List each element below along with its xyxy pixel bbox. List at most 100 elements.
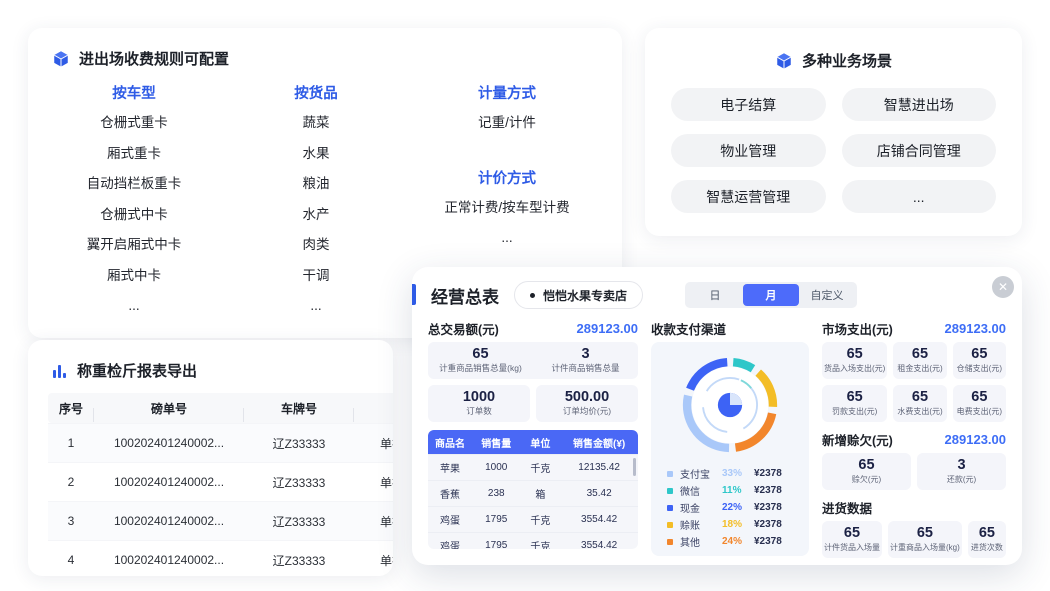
- rule-item: 记重/计件: [392, 108, 622, 139]
- scenario-button[interactable]: 智慧运营管理: [671, 180, 826, 213]
- column-by-goods: 按货品 蔬菜水果粮油水产肉类干调...: [240, 82, 392, 322]
- legend-name: 赊账: [680, 517, 722, 532]
- stat-value: 65: [824, 389, 885, 406]
- product-row: 鸡蛋 1795 千克 3554.42: [428, 506, 638, 532]
- report-row: 2 100202401240002... 辽Z33333 单排仓栅式重卡: [48, 462, 393, 501]
- legend-row: 现金 22% ¥2378: [661, 499, 799, 516]
- summary-body: 总交易额(元) 289123.00 65 计重商品销售总量(kg) 3 计件商品…: [428, 319, 1006, 549]
- product-row: 香蕉 238 箱 35.42: [428, 480, 638, 506]
- period-tab[interactable]: 日: [687, 284, 743, 306]
- legend-name: 其他: [680, 534, 722, 549]
- report-table: 序号 磅单号 车牌号 车型 1 100202401240002... 辽Z333…: [48, 393, 393, 576]
- cell-plate: 辽Z33333: [244, 474, 354, 491]
- period-tab[interactable]: 自定义: [799, 284, 855, 306]
- payment-title-row: 收款支付渠道: [651, 319, 809, 337]
- cell-no: 4: [48, 553, 94, 567]
- column-header: 按车型: [28, 82, 240, 103]
- store-name: 恺恺水果专卖店: [543, 287, 627, 304]
- stat-box: 65 罚款支出(元): [822, 385, 887, 422]
- summary-title: 经营总表: [431, 283, 499, 308]
- page: { "colors": {"primary": "#2E5BE6", "valu…: [0, 0, 1050, 591]
- legend-swatch: [667, 522, 673, 528]
- bar-chart-icon: [52, 363, 68, 379]
- legend-amount: ¥2378: [754, 502, 782, 513]
- title-accent-bar: [412, 284, 416, 305]
- stat-label: 订单数: [430, 406, 528, 417]
- scenarios-grid: 电子结算智慧进出场物业管理店铺合同管理智慧运营管理...: [645, 71, 1022, 213]
- legend-swatch: [667, 471, 673, 477]
- cell-type: 单排仓栅式重卡: [354, 435, 393, 452]
- stat-box: 65 仓储支出(元): [953, 342, 1006, 379]
- legend-swatch: [667, 539, 673, 545]
- market-label: 市场支出(元): [822, 319, 893, 338]
- payment-legend: 支付宝 33% ¥2378 微信 11% ¥2378: [661, 465, 799, 550]
- weigh-report-header: 称重检斤报表导出: [28, 340, 393, 381]
- payment-chart-box: 支付宝 33% ¥2378 微信 11% ¥2378: [651, 342, 809, 556]
- purchase-boxes: 65 计件货品入场量 65 计重商品入场量(kg) 65 进货次数: [822, 521, 1006, 558]
- report-row: 4 100202401240002... 辽Z33333 单排仓栅式重卡: [48, 540, 393, 576]
- product-col-amount: 销售金额(¥): [560, 435, 638, 450]
- stat-value: 500.00: [538, 389, 636, 406]
- stat-value: 65: [955, 389, 1004, 406]
- scenario-button[interactable]: ...: [842, 180, 997, 213]
- rule-item: 水产: [240, 200, 392, 231]
- stat-label: 订单均价(元): [538, 406, 636, 417]
- legend-percent: 18%: [722, 519, 754, 530]
- cell-bill: 100202401240002...: [94, 514, 244, 528]
- legend-amount: ¥2378: [754, 536, 782, 547]
- cell-plate: 辽Z33333: [244, 513, 354, 530]
- rule-item: ...: [28, 291, 240, 322]
- stat-value: 65: [955, 346, 1004, 363]
- cell-amount: 35.42: [560, 488, 638, 499]
- legend-row: 支付宝 33% ¥2378: [661, 465, 799, 482]
- product-row: 苹果 1000 千克 12135.42: [428, 454, 638, 480]
- legend-amount: ¥2378: [754, 485, 782, 496]
- stat-box: 3 计件商品销售总量: [533, 342, 638, 379]
- product-table: 商品名 销售量 单位 销售金额(¥) 苹果 1000 千克 12135.42: [428, 430, 638, 549]
- cell-unit: 千克: [520, 460, 560, 475]
- table-scrollbar[interactable]: [633, 458, 636, 476]
- close-icon: ✕: [998, 280, 1008, 294]
- product-col-qty: 销售量: [472, 435, 520, 450]
- stat-label: 水费支出(元): [895, 406, 944, 417]
- scenario-button[interactable]: 物业管理: [671, 134, 826, 167]
- scenario-button[interactable]: 智慧进出场: [842, 88, 997, 121]
- scenario-button[interactable]: 店铺合同管理: [842, 134, 997, 167]
- period-tab[interactable]: 月: [743, 284, 799, 306]
- rule-item: 干调: [240, 261, 392, 292]
- weigh-report-title: 称重检斤报表导出: [77, 360, 197, 381]
- close-button[interactable]: ✕: [992, 276, 1014, 298]
- sales-stats-box: 65 计重商品销售总量(kg) 3 计件商品销售总量: [428, 342, 638, 379]
- column-header: 计价方式: [392, 167, 622, 188]
- fee-rules-header: 进出场收费规则可配置: [28, 28, 622, 69]
- store-selector[interactable]: 恺恺水果专卖店: [514, 281, 643, 309]
- stat-box: 65 电费支出(元): [953, 385, 1006, 422]
- stat-box: 500.00 订单均价(元): [536, 385, 638, 422]
- stat-value: 65: [895, 389, 944, 406]
- legend-name: 现金: [680, 500, 722, 515]
- legend-amount: ¥2378: [754, 468, 782, 479]
- legend-amount: ¥2378: [754, 519, 782, 530]
- stat-box: 65 计重商品入场量(kg): [888, 521, 962, 558]
- cell-no: 2: [48, 475, 94, 489]
- stat-box: 65 计重商品销售总量(kg): [428, 342, 533, 379]
- cell-qty: 1000: [472, 462, 520, 473]
- stat-box: 65 租金支出(元): [893, 342, 946, 379]
- scenario-button[interactable]: 电子结算: [671, 88, 826, 121]
- report-header-row: 序号 磅单号 车牌号 车型: [48, 393, 393, 423]
- card-weigh-report: 称重检斤报表导出 序号 磅单号 车牌号 车型 1 100202401240002…: [28, 340, 393, 576]
- legend-name: 支付宝: [680, 466, 722, 481]
- legend-row: 其他 24% ¥2378: [661, 533, 799, 550]
- report-col-type: 车型: [354, 400, 393, 417]
- cell-name: 鸡蛋: [428, 538, 472, 549]
- summary-left-column: 总交易额(元) 289123.00 65 计重商品销售总量(kg) 3 计件商品…: [428, 319, 638, 549]
- stat-label: 罚款支出(元): [824, 406, 885, 417]
- cell-type: 单排仓栅式重卡: [354, 474, 393, 491]
- period-tabs: 日月自定义: [685, 282, 857, 308]
- stat-label: 租金支出(元): [895, 363, 944, 374]
- legend-name: 微信: [680, 483, 722, 498]
- cell-amount: 3554.42: [560, 514, 638, 525]
- legend-row: 赊账 18% ¥2378: [661, 516, 799, 533]
- rule-item: ...: [392, 223, 622, 254]
- report-col-plate: 车牌号: [244, 400, 354, 417]
